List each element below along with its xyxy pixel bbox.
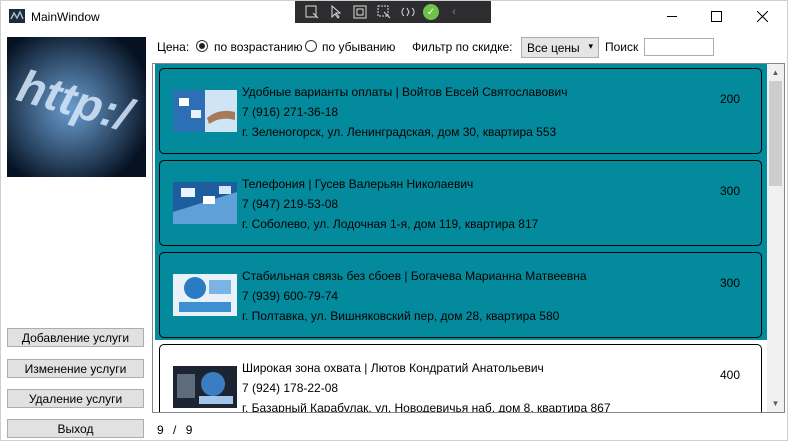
service-address: г. Соболево, ул. Лодочная 1-я, дом 119, … [242, 217, 539, 231]
service-title: Телефония | Гусев Валерьян Николаевич [242, 177, 474, 191]
scroll-down-icon[interactable]: ▼ [767, 395, 784, 412]
delete-service-button[interactable]: Удаление услуги [7, 389, 144, 408]
service-address: г. Базарный Карабулак, ул. Новодевичья н… [242, 401, 611, 413]
logo-image: http:/ [7, 37, 146, 177]
sort-descending-radio[interactable] [305, 40, 317, 52]
hot-reload-icon[interactable] [399, 4, 417, 20]
service-card: Телефония | Гусев Валерьян Николаевич 7 … [159, 160, 762, 246]
service-card: Стабильная связь без сбоев | Богачева Ма… [159, 252, 762, 338]
sort-ascending-label[interactable]: по возрастанию [214, 40, 303, 54]
service-title: Удобные варианты оплаты | Войтов Евсей С… [242, 85, 568, 99]
service-thumbnail [173, 182, 237, 224]
minimize-icon [666, 15, 677, 17]
service-card: Удобные варианты оплаты | Войтов Евсей С… [159, 68, 762, 154]
title-bar: MainWindow ✓ ‹ [1, 1, 787, 31]
sort-ascending-radio[interactable] [196, 40, 208, 52]
select-element-icon[interactable] [303, 4, 321, 20]
maximize-button[interactable] [693, 1, 739, 31]
list-item[interactable]: Широкая зона охвата | Лютов Кондратий Ан… [153, 340, 768, 413]
service-title: Широкая зона охвата | Лютов Кондратий Ан… [242, 361, 544, 375]
item-counter: 9 / 9 [157, 423, 192, 437]
service-thumbnail [173, 274, 237, 316]
maximize-icon [710, 10, 722, 22]
main-window: MainWindow ✓ ‹ http:/ Добавление услуги … [0, 0, 788, 441]
list-item[interactable]: Стабильная связь без сбоев | Богачева Ма… [153, 248, 768, 340]
close-button[interactable] [739, 1, 785, 31]
service-card: Широкая зона охвата | Лютов Кондратий Ан… [159, 344, 762, 413]
service-title: Стабильная связь без сбоев | Богачева Ма… [242, 269, 587, 283]
service-address: г. Зеленогорск, ул. Ленинградская, дом 3… [242, 125, 557, 139]
service-phone: 7 (924) 178-22-08 [242, 381, 339, 395]
service-price: 300 [719, 276, 740, 290]
sort-descending-label[interactable]: по убыванию [322, 40, 395, 54]
debug-toolbar: ✓ ‹ [295, 1, 491, 23]
service-thumbnail [173, 90, 237, 132]
total-count: 9 [185, 423, 193, 437]
service-price: 400 [719, 368, 740, 382]
app-icon [9, 9, 25, 23]
services-list[interactable]: Удобные варианты оплаты | Войтов Евсей С… [152, 63, 785, 413]
count-separator: / [173, 423, 177, 437]
chevron-down-icon: ▾ [588, 41, 593, 51]
discount-filter-label: Фильтр по скидке: [412, 40, 513, 54]
check-ok-icon[interactable]: ✓ [423, 4, 439, 20]
service-price: 300 [719, 184, 740, 198]
window-title: MainWindow [31, 10, 100, 24]
add-service-button[interactable]: Добавление услуги [7, 328, 144, 347]
list-item[interactable]: Удобные варианты оплаты | Войтов Евсей С… [153, 64, 768, 156]
search-label: Поиск [605, 40, 639, 54]
service-thumbnail [173, 366, 237, 408]
collapse-chevron-icon[interactable]: ‹ [445, 4, 463, 20]
service-address: г. Полтавка, ул. Вишняковский пер, дом 2… [242, 309, 560, 323]
price-sort-label: Цена: [157, 40, 190, 54]
service-phone: 7 (939) 600-79-74 [242, 289, 339, 303]
service-price: 200 [719, 92, 740, 106]
scrollbar-thumb[interactable] [769, 81, 782, 186]
track-focus-icon[interactable] [375, 4, 393, 20]
layout-adorner-icon[interactable] [351, 4, 369, 20]
edit-service-button[interactable]: Изменение услуги [7, 359, 144, 378]
minimize-button[interactable] [649, 1, 695, 31]
vertical-scrollbar[interactable]: ▲ ▼ [767, 64, 784, 412]
exit-button[interactable]: Выход [7, 419, 144, 438]
service-phone: 7 (947) 219-53-08 [242, 197, 339, 211]
discount-filter-value: Все цены [527, 40, 580, 55]
service-phone: 7 (916) 271-36-18 [242, 105, 339, 119]
list-item[interactable]: Телефония | Гусев Валерьян Николаевич 7 … [153, 156, 768, 248]
close-icon [756, 10, 768, 22]
shown-count: 9 [157, 423, 164, 437]
pointer-icon[interactable] [327, 4, 345, 20]
scroll-up-icon[interactable]: ▲ [767, 64, 784, 81]
filter-bar: Цена: по возрастанию по убыванию Фильтр … [157, 37, 787, 58]
search-input[interactable] [644, 38, 714, 56]
discount-filter-select[interactable]: Все цены ▾ [521, 37, 599, 58]
